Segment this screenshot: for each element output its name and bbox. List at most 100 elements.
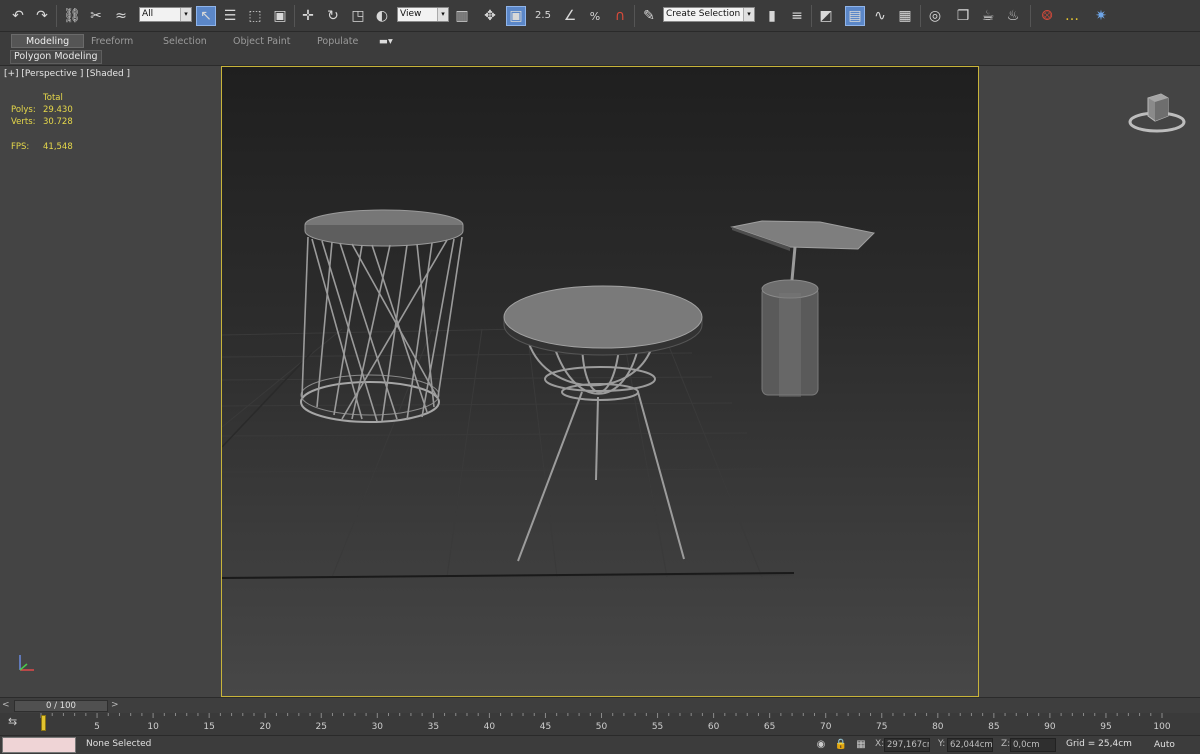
tab-populate[interactable]: Populate — [317, 35, 358, 49]
tab-freeform[interactable]: Freeform — [91, 35, 133, 49]
select-and-move-icon[interactable]: ✛ — [298, 6, 318, 26]
next-frame-button[interactable]: > — [111, 700, 120, 712]
undo-icon[interactable]: ↶ — [8, 6, 28, 26]
curve-editor-icon[interactable]: ∿ — [870, 6, 890, 26]
tab-selection[interactable]: Selection — [163, 35, 207, 49]
track-bar[interactable]: ⇆ 5 10 15 20 25 30 35 40 45 50 55 60 65 70 75 80 85 90 95 1… — [0, 713, 1200, 735]
main-toolbar: ↶ ↷ ⛓ ✂ ≈ All ▾ ↖ ☰ ⬚ ▣ ✛ ↻ ◳ ◐ View ▾ ▥… — [0, 0, 1200, 32]
spinner-snap-icon[interactable]: ∩ — [610, 6, 630, 26]
render-production-icon[interactable]: ♨ — [1003, 6, 1023, 26]
ruler-tick-label: 55 — [652, 722, 663, 732]
select-and-place-icon[interactable]: ◐ — [372, 6, 392, 26]
use-pivot-center-icon[interactable]: ▥ — [452, 6, 472, 26]
open-mini-curve-editor-icon[interactable]: ⇆ — [8, 715, 26, 729]
ruler-tick-label: 20 — [259, 722, 271, 732]
ruler-tick-label: 90 — [1044, 722, 1056, 732]
toolbar-divider — [294, 5, 295, 27]
rectangular-selection-icon[interactable]: ⬚ — [245, 6, 265, 26]
ruler-tick-label: 95 — [1100, 722, 1111, 732]
x-coordinate-label: X: — [875, 739, 885, 749]
stats-total-label: Total — [43, 93, 63, 103]
stats-verts-value: 30.728 — [43, 117, 73, 127]
selection-status-text: None Selected — [86, 739, 152, 749]
schematic-view-icon[interactable]: ▦ — [895, 6, 915, 26]
absolute-mode-transform-icon[interactable]: ▦ — [854, 738, 868, 752]
angle-snap-icon[interactable]: ∠ — [560, 6, 580, 26]
select-by-name-icon[interactable]: ☰ — [220, 6, 240, 26]
reference-coordinate-value: View — [400, 9, 422, 19]
tab-object-paint[interactable]: Object Paint — [233, 35, 290, 49]
ruler-tick-label: 45 — [540, 722, 551, 732]
stats-polys-label: Polys: — [11, 105, 36, 115]
ruler-tick-label: 50 — [596, 722, 608, 732]
selection-lock-icon[interactable]: 🔒 — [834, 738, 848, 752]
unlink-icon[interactable]: ✂ — [86, 6, 106, 26]
viewport-label-menu[interactable]: [+] [Perspective ] [Shaded ] — [4, 69, 130, 79]
toolbar-divider — [811, 5, 812, 27]
keyboard-shortcut-override-icon[interactable]: ▣ — [506, 6, 526, 26]
home-grid — [222, 328, 795, 578]
bind-to-space-warp-icon[interactable]: ≈ — [111, 6, 131, 26]
time-slider-handle[interactable] — [41, 715, 46, 731]
select-and-rotate-icon[interactable]: ↻ — [323, 6, 343, 26]
z-coordinate-field[interactable]: 0,0cm — [1010, 738, 1056, 752]
ribbon-options-icon[interactable]: ▬▾ — [379, 35, 393, 49]
snaps-toggle-icon[interactable]: 2.5 — [533, 6, 553, 26]
ruler-tick-label: 40 — [484, 722, 496, 732]
maxscript-listener-field[interactable] — [2, 737, 76, 753]
redo-icon[interactable]: ↷ — [32, 6, 52, 26]
right-viewport-strip — [979, 66, 1200, 697]
toggle-ribbon-icon[interactable]: ▤ — [845, 6, 865, 26]
auto-key-button[interactable]: Auto — [1152, 737, 1200, 753]
selection-filter-dropdown[interactable]: All ▾ — [139, 7, 192, 22]
ribbon: Modeling Freeform Selection Object Paint… — [0, 32, 1200, 66]
viewcube-icon[interactable] — [1127, 90, 1187, 136]
civil-view-icon[interactable]: ⨷ — [1037, 6, 1057, 26]
ruler-tick-label: 5 — [94, 722, 100, 732]
ruler-tick-label: 75 — [876, 722, 887, 732]
mirror-icon[interactable]: ▮ — [762, 6, 782, 26]
snaps-toggle-label: 2.5 — [535, 10, 551, 21]
stats-fps-label: FPS: — [11, 142, 30, 152]
perspective-viewport[interactable] — [221, 66, 979, 697]
align-icon[interactable]: ≡ — [787, 6, 807, 26]
y-coordinate-field[interactable]: 62,044cm — [947, 738, 993, 752]
timeline-ruler[interactable]: 5 10 15 20 25 30 35 40 45 50 55 60 65 70 75 80 85 90 95 100 — [37, 713, 1170, 735]
select-manipulate-icon[interactable]: ✥ — [480, 6, 500, 26]
chevron-down-icon: ▾ — [180, 8, 191, 21]
ruler-tick-label: 15 — [203, 722, 214, 732]
material-editor-icon[interactable]: ◎ — [925, 6, 945, 26]
x-coordinate-field[interactable]: 297,167cm — [884, 738, 930, 752]
percent-snap-icon[interactable]: % — [585, 6, 605, 26]
named-selection-value: Create Selection Se — [666, 9, 755, 19]
selection-filter-value: All — [142, 9, 154, 19]
y-coordinate-label: Y: — [938, 739, 946, 749]
reference-coordinate-dropdown[interactable]: View ▾ — [397, 7, 449, 22]
viewport-scene — [222, 209, 876, 579]
select-and-scale-icon[interactable]: ◳ — [348, 6, 368, 26]
axis-tripod-icon — [19, 655, 34, 671]
previous-frame-button[interactable]: < — [2, 700, 11, 712]
time-slider[interactable]: 0 / 100 — [14, 700, 108, 712]
pedestal-side-table — [730, 220, 876, 397]
layer-explorer-icon[interactable]: ◩ — [816, 6, 836, 26]
round-tripod-table — [503, 285, 703, 562]
ruler-tick-label: 80 — [932, 722, 944, 732]
grid-spacing-readout: Grid = 25,4cm — [1066, 739, 1132, 749]
select-object-icon[interactable]: ↖ — [196, 6, 216, 26]
ruler-tick-label: 85 — [988, 722, 999, 732]
toolbar-divider — [1030, 5, 1031, 27]
isolate-selection-icon[interactable]: ◉ — [814, 738, 828, 752]
particle-view-icon[interactable]: ✷ — [1091, 6, 1111, 26]
select-and-link-icon[interactable]: ⛓ — [62, 6, 82, 26]
polygon-modeling-button[interactable]: Polygon Modeling — [10, 50, 102, 64]
arnold-light-icon[interactable]: … — [1062, 6, 1082, 26]
edit-named-selection-icon[interactable]: ✎ — [639, 6, 659, 26]
rendered-frame-window-icon[interactable]: ☕ — [978, 6, 998, 26]
named-selection-dropdown[interactable]: Create Selection Se ▾ — [663, 7, 755, 22]
grid-axis-line — [222, 351, 313, 448]
tab-modeling[interactable]: Modeling — [11, 34, 85, 48]
ruler-tick-label: 70 — [820, 722, 832, 732]
render-setup-icon[interactable]: ❐ — [953, 6, 973, 26]
window-crossing-icon[interactable]: ▣ — [270, 6, 290, 26]
